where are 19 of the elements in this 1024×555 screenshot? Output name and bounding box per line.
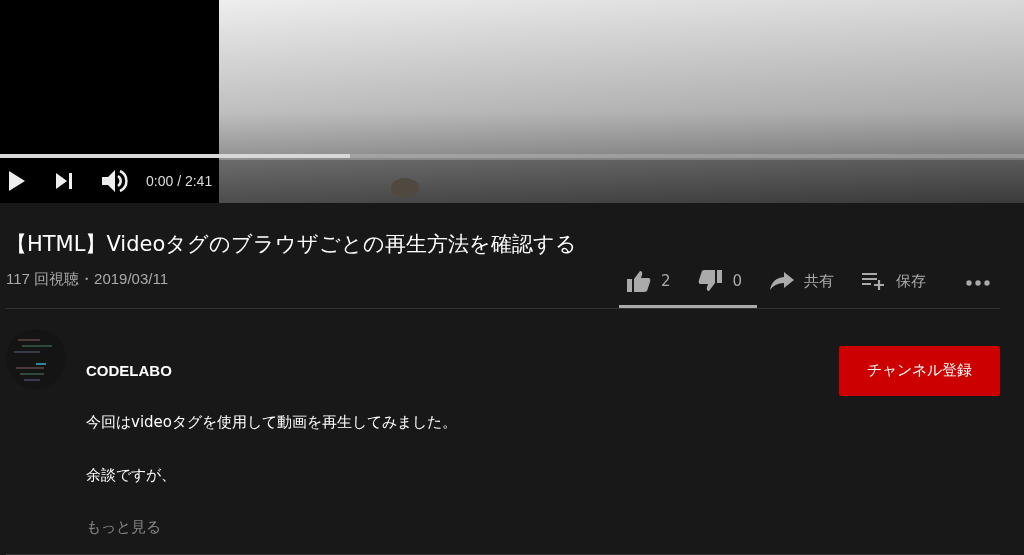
share-button[interactable]: 共有 <box>760 265 844 297</box>
view-count-date: 117 回視聴・2019/03/11 <box>6 269 169 289</box>
description-text: 余談ですが、 <box>86 465 177 486</box>
thumbs-down-icon <box>698 270 723 292</box>
play-icon[interactable] <box>8 171 26 191</box>
playlist-add-icon <box>862 272 886 290</box>
share-icon <box>770 272 794 290</box>
channel-name[interactable]: CODELABO <box>86 361 172 379</box>
time-display: 0:00 / 2:41 <box>146 173 213 189</box>
thumbs-up-icon <box>626 270 651 292</box>
like-button[interactable]: 2 <box>616 265 681 297</box>
volume-icon[interactable] <box>102 169 128 193</box>
next-icon[interactable] <box>56 173 72 189</box>
dislike-button[interactable]: 0 <box>688 265 752 297</box>
show-more-link[interactable]: もっと見る <box>86 518 161 537</box>
video-title: 【HTML】Videoタグのブラウザごとの再生方法を確認する <box>6 231 579 258</box>
subscribe-button[interactable]: チャンネル登録 <box>839 345 1000 396</box>
save-button[interactable]: 保存 <box>852 265 936 297</box>
description-text: 今回はvideoタグを使用して動画を再生してみました。 <box>86 412 458 433</box>
